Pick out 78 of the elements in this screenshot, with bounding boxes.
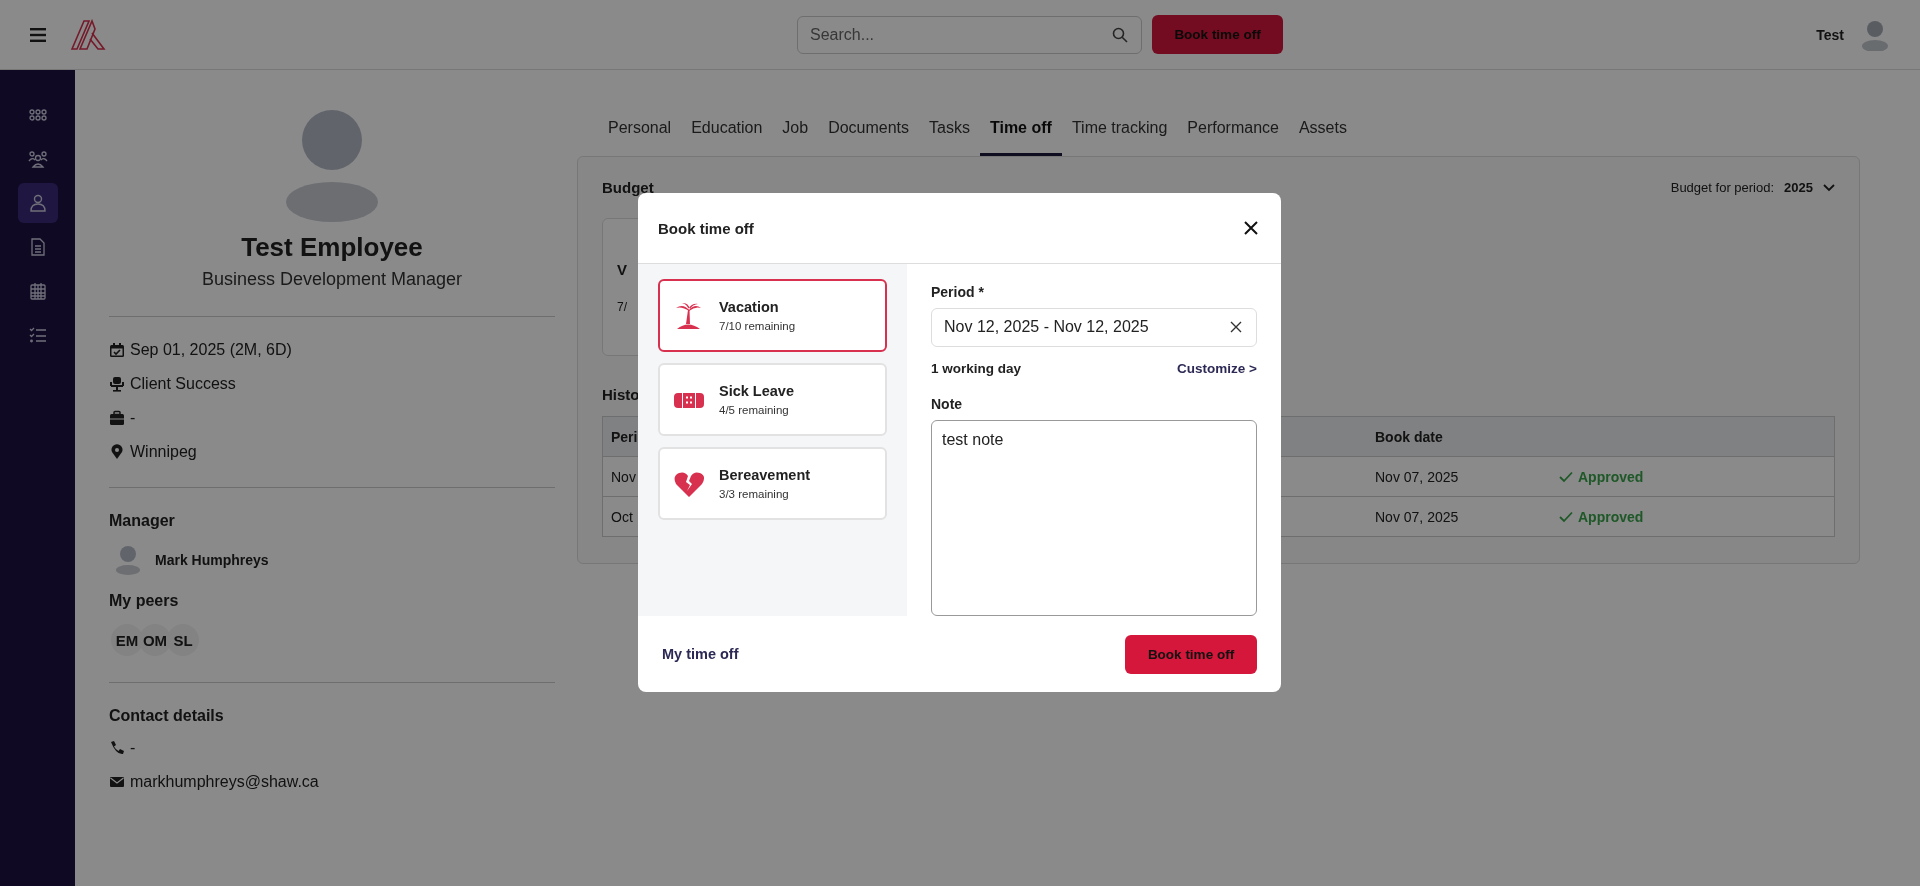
envelope-icon bbox=[109, 774, 125, 790]
phone-icon bbox=[109, 740, 125, 756]
contact-text: markhumphreys@shaw.ca bbox=[130, 773, 319, 791]
leave-type-name: Bereavement bbox=[719, 467, 811, 483]
remaining-text: 3/3 remaining bbox=[719, 488, 790, 500]
peer-avatar[interactable]: OM bbox=[139, 624, 171, 656]
leave-type-card[interactable]: Vacation 7/10 remaining bbox=[658, 279, 887, 352]
field-label: Note bbox=[931, 395, 964, 412]
table-cell: Nov bbox=[611, 468, 636, 485]
peer-avatar[interactable]: SL bbox=[167, 624, 199, 656]
working-days-text: 1 working day bbox=[931, 360, 1022, 376]
sidebar-item[interactable] bbox=[17, 183, 58, 223]
book-time-off-button[interactable]: Book time off bbox=[1125, 634, 1257, 674]
user-name: Test bbox=[1816, 26, 1844, 43]
tab[interactable]: Education bbox=[681, 119, 773, 156]
detail-text: - bbox=[130, 409, 136, 427]
remaining-text: 4/5 remaining bbox=[719, 404, 790, 416]
job-title: Business Development Manager bbox=[201, 269, 463, 290]
budget-name: V bbox=[617, 260, 627, 278]
detail-text: Winnipeg bbox=[130, 443, 197, 461]
my-time-off-link[interactable]: My time off bbox=[662, 646, 739, 662]
leave-type-card[interactable]: Bereavement 3/3 remaining bbox=[658, 447, 887, 520]
avatar-icon[interactable] bbox=[1860, 18, 1890, 51]
check-icon bbox=[1559, 470, 1573, 483]
search-field[interactable]: Search... bbox=[797, 15, 1142, 54]
manager-name[interactable]: Mark Humphreys bbox=[155, 552, 269, 568]
calendar-check-icon bbox=[109, 342, 125, 358]
tab[interactable]: Documents bbox=[818, 119, 920, 156]
checklist-icon bbox=[27, 325, 48, 345]
contact-text: - bbox=[130, 739, 136, 757]
status-text: Approved bbox=[1578, 508, 1644, 525]
leave-type-card[interactable]: Sick Leave 4/5 remaining bbox=[658, 363, 887, 436]
section-heading: Histo bbox=[602, 386, 640, 403]
avatar-icon bbox=[115, 544, 141, 576]
customize-link[interactable]: Customize > bbox=[1177, 360, 1257, 376]
table-cell: Nov 07, 2025 bbox=[1375, 468, 1459, 485]
date-range-field[interactable]: Nov 12, 2025 - Nov 12, 2025 bbox=[931, 308, 1257, 347]
person-icon bbox=[27, 193, 48, 213]
column-header: Book date bbox=[1375, 428, 1443, 445]
leave-type-name: Vacation bbox=[719, 299, 780, 315]
tab[interactable]: Job bbox=[772, 119, 819, 156]
budget-remaining: 7/ bbox=[617, 299, 627, 314]
section-heading: Contact details bbox=[109, 707, 225, 725]
peer-avatar[interactable]: EM bbox=[111, 624, 143, 656]
check-icon bbox=[1559, 510, 1573, 523]
section-heading: My peers bbox=[109, 592, 180, 610]
status-text: Approved bbox=[1578, 468, 1644, 485]
leave-type-name: Sick Leave bbox=[719, 383, 794, 399]
tab[interactable]: Assets bbox=[1288, 119, 1357, 156]
column-header: Peri bbox=[611, 428, 638, 445]
chevron-icon bbox=[1823, 183, 1835, 192]
section-heading: Budget bbox=[602, 179, 654, 196]
clear-icon[interactable] bbox=[1230, 321, 1242, 334]
tab[interactable]: Performance bbox=[1177, 119, 1289, 156]
detail-text: Sep 01, 2025 (2M, 6D) bbox=[130, 341, 292, 359]
logo[interactable] bbox=[70, 18, 106, 51]
detail-text: Client Success bbox=[130, 375, 236, 393]
section-heading: Manager bbox=[109, 512, 176, 530]
tab[interactable]: Time tracking bbox=[1061, 119, 1178, 156]
employee-name: Test Employee bbox=[241, 232, 423, 263]
search-icon bbox=[1112, 26, 1128, 43]
period-select[interactable]: 2025 bbox=[1784, 180, 1835, 195]
field-label: Period * bbox=[931, 284, 985, 300]
table-cell: Nov 07, 2025 bbox=[1375, 508, 1459, 525]
remaining-text: 7/10 remaining bbox=[719, 320, 796, 332]
chair-icon bbox=[109, 376, 125, 392]
tab[interactable]: Personal bbox=[598, 119, 682, 156]
note-field[interactable]: test note bbox=[931, 419, 1257, 616]
table-cell: Oct bbox=[611, 508, 633, 525]
calendar-icon bbox=[27, 281, 48, 301]
team-icon bbox=[27, 149, 48, 169]
close-icon[interactable] bbox=[1243, 220, 1259, 236]
period-label: Budget for period: bbox=[1670, 180, 1775, 195]
briefcase-icon bbox=[109, 410, 125, 426]
dialog-title: Book time off bbox=[658, 219, 754, 237]
menu-icon[interactable] bbox=[30, 27, 46, 42]
map-pin-icon bbox=[109, 444, 125, 460]
tab[interactable]: Tasks bbox=[919, 119, 980, 156]
